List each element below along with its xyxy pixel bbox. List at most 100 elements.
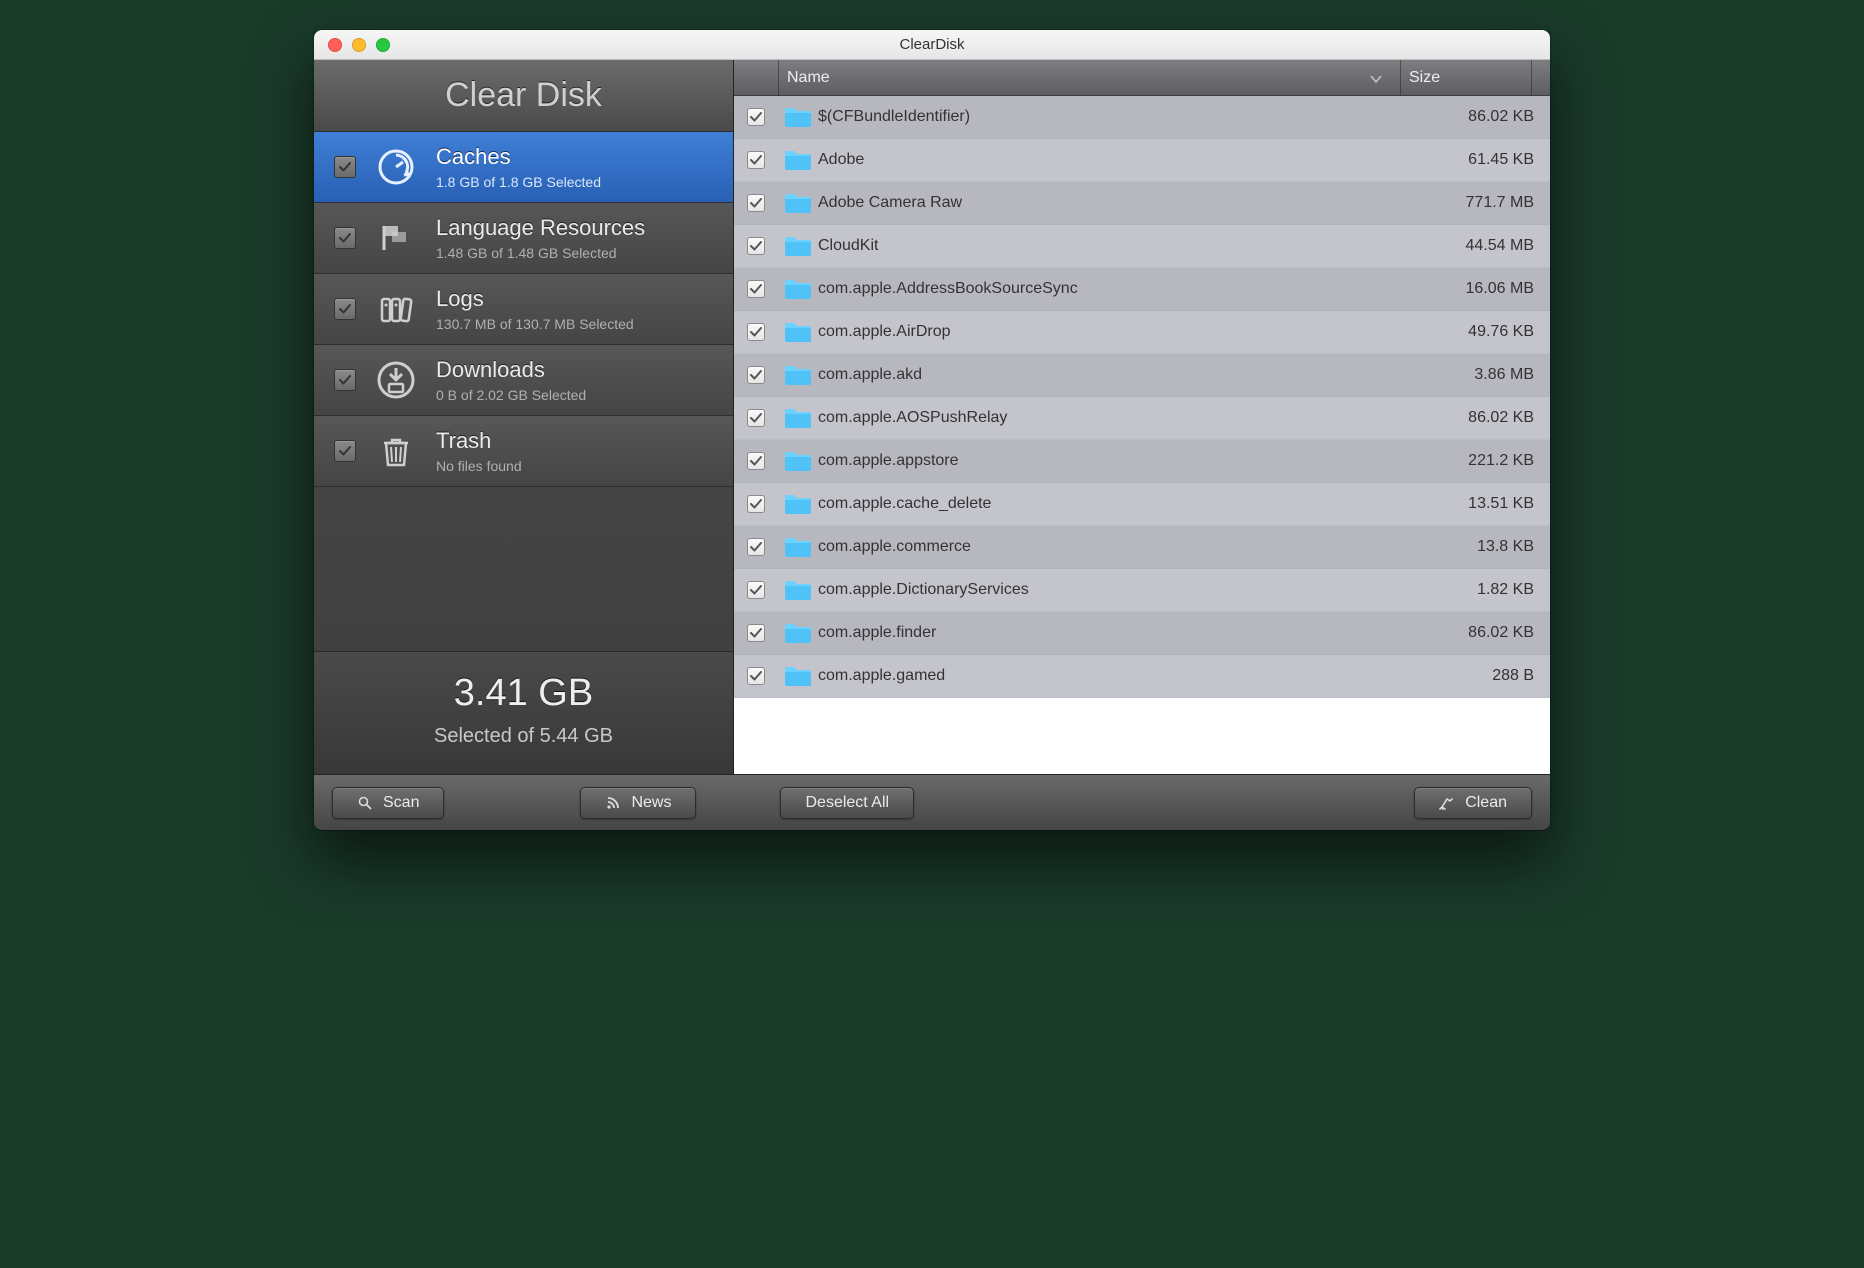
row-checkbox[interactable] [747,323,765,341]
caches-icon [374,145,418,189]
titlebar: ClearDisk [314,30,1550,60]
category-checkbox[interactable] [334,298,356,320]
app-window: ClearDisk Clear Disk Caches1.8 GB of 1.8… [314,30,1550,830]
rss-icon [605,795,621,811]
window-controls [314,38,390,52]
folder-icon [778,235,818,257]
file-row[interactable]: CloudKit44.54 MB [734,225,1550,268]
logs-icon [374,287,418,331]
selection-summary: 3.41 GB Selected of 5.44 GB [314,651,733,774]
file-row[interactable]: $(CFBundleIdentifier)86.02 KB [734,96,1550,139]
file-row[interactable]: com.apple.appstore221.2 KB [734,440,1550,483]
scan-button[interactable]: Scan [332,787,444,819]
file-size: 44.54 MB [1410,237,1550,255]
file-size: 3.86 MB [1410,366,1550,384]
file-row[interactable]: Adobe61.45 KB [734,139,1550,182]
column-name[interactable]: Name [779,69,1400,87]
file-row[interactable]: com.apple.cache_delete13.51 KB [734,483,1550,526]
category-caches[interactable]: Caches1.8 GB of 1.8 GB Selected [314,132,733,203]
folder-icon [778,149,818,171]
file-name: com.apple.AOSPushRelay [818,409,1410,427]
sort-indicator-icon [1370,72,1390,84]
file-list[interactable]: $(CFBundleIdentifier)86.02 KBAdobe61.45 … [734,96,1550,774]
category-checkbox[interactable] [334,227,356,249]
category-subtitle: 1.8 GB of 1.8 GB Selected [436,174,717,190]
file-row[interactable]: com.apple.finder86.02 KB [734,612,1550,655]
selected-size: 3.41 GB [324,672,723,715]
file-size: 86.02 KB [1410,409,1550,427]
file-name: com.apple.AddressBookSourceSync [818,280,1410,298]
file-size: 16.06 MB [1410,280,1550,298]
row-checkbox[interactable] [747,452,765,470]
trash-icon [374,429,418,473]
sidebar: Clear Disk Caches1.8 GB of 1.8 GB Select… [314,60,734,774]
category-checkbox[interactable] [334,369,356,391]
category-checkbox[interactable] [334,440,356,462]
row-checkbox[interactable] [747,366,765,384]
category-language[interactable]: Language Resources 1.48 GB of 1.48 GB Sel… [314,203,733,274]
file-row[interactable]: com.apple.gamed288 B [734,655,1550,698]
clean-icon [1439,795,1455,811]
category-checkbox[interactable] [334,156,356,178]
file-name: com.apple.gamed [818,667,1410,685]
category-subtitle: 0 B of 2.02 GB Selected [436,387,717,403]
file-row[interactable]: com.apple.DictionaryServices1.82 KB [734,569,1550,612]
category-downloads[interactable]: Downloads 0 B of 2.02 GB Selected [314,345,733,416]
file-size: 221.2 KB [1410,452,1550,470]
category-subtitle: No files found [436,458,717,474]
folder-icon [778,450,818,472]
row-checkbox[interactable] [747,667,765,685]
file-row[interactable]: com.apple.commerce13.8 KB [734,526,1550,569]
category-name: Downloads [436,357,717,383]
folder-icon [778,278,818,300]
file-size: 288 B [1410,667,1550,685]
column-headers: Name Size [734,60,1550,96]
file-name: com.apple.cache_delete [818,495,1410,513]
file-row[interactable]: com.apple.AirDrop49.76 KB [734,311,1550,354]
app-name: Clear Disk [445,76,602,115]
column-size[interactable]: Size [1401,69,1531,87]
news-button[interactable]: News [580,787,696,819]
folder-icon [778,192,818,214]
row-checkbox[interactable] [747,237,765,255]
file-size: 771.7 MB [1410,194,1550,212]
row-checkbox[interactable] [747,495,765,513]
zoom-window-button[interactable] [376,38,390,52]
file-size: 61.45 KB [1410,151,1550,169]
file-size: 13.8 KB [1410,538,1550,556]
file-row[interactable]: com.apple.akd3.86 MB [734,354,1550,397]
downloads-icon [374,358,418,402]
row-checkbox[interactable] [747,581,765,599]
row-checkbox[interactable] [747,624,765,642]
deselect-all-button[interactable]: Deselect All [780,787,914,819]
folder-icon [778,493,818,515]
category-logs[interactable]: Logs130.7 MB of 130.7 MB Selected [314,274,733,345]
folder-icon [778,407,818,429]
category-trash[interactable]: TrashNo files found [314,416,733,487]
row-checkbox[interactable] [747,194,765,212]
row-checkbox[interactable] [747,108,765,126]
file-row[interactable]: Adobe Camera Raw771.7 MB [734,182,1550,225]
file-name: com.apple.finder [818,624,1410,642]
file-name: com.apple.DictionaryServices [818,581,1410,599]
row-checkbox[interactable] [747,538,765,556]
folder-icon [778,364,818,386]
row-checkbox[interactable] [747,409,765,427]
folder-icon [778,106,818,128]
category-subtitle: 1.48 GB of 1.48 GB Selected [436,245,717,261]
file-row[interactable]: com.apple.AddressBookSourceSync16.06 MB [734,268,1550,311]
file-name: com.apple.commerce [818,538,1410,556]
row-checkbox[interactable] [747,151,765,169]
file-name: Adobe [818,151,1410,169]
clean-button[interactable]: Clean [1414,787,1532,819]
row-checkbox[interactable] [747,280,765,298]
close-window-button[interactable] [328,38,342,52]
file-row[interactable]: com.apple.AOSPushRelay86.02 KB [734,397,1550,440]
file-name: com.apple.akd [818,366,1410,384]
category-name: Language Resources [436,215,717,241]
window-title: ClearDisk [314,36,1550,53]
file-name: $(CFBundleIdentifier) [818,108,1410,126]
category-name: Logs [436,286,717,312]
file-size: 86.02 KB [1410,108,1550,126]
minimize-window-button[interactable] [352,38,366,52]
